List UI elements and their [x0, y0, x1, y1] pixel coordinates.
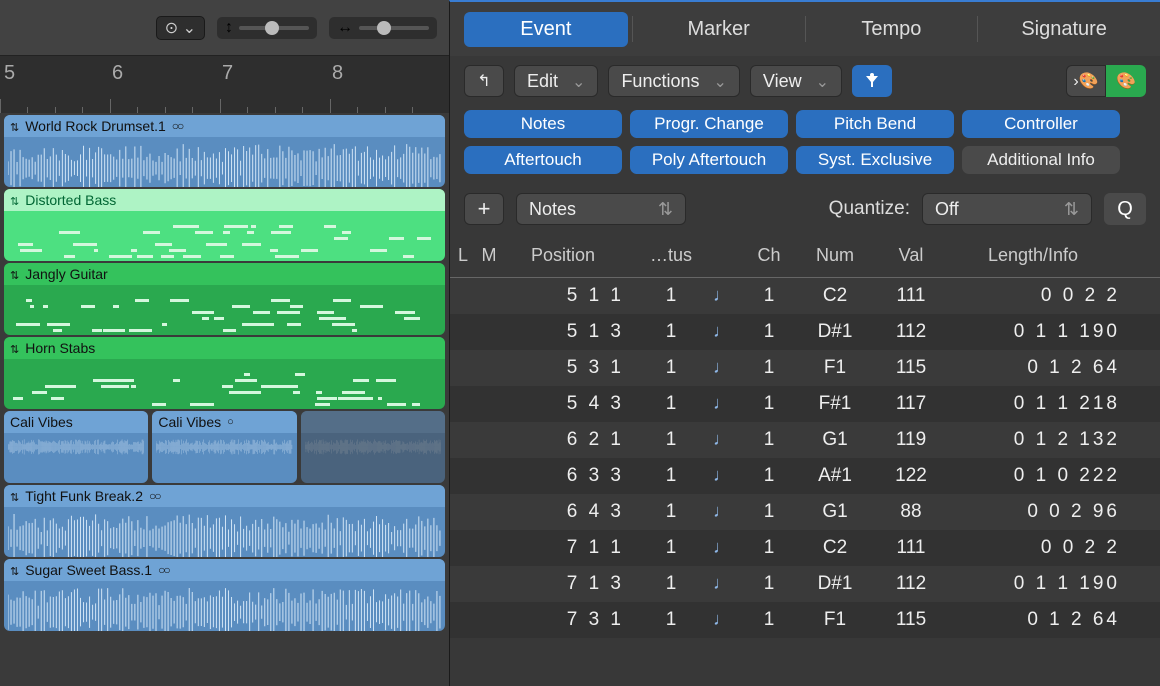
quantize-label: Quantize:: [829, 198, 910, 220]
loop-icon: ○○: [158, 563, 169, 577]
horizontal-zoom-slider[interactable]: ↔: [329, 17, 437, 39]
filter-pitch-bend[interactable]: Pitch Bend: [796, 110, 954, 138]
col-length[interactable]: Length/Info: [946, 245, 1160, 266]
col-position[interactable]: Position: [502, 245, 642, 266]
tracks-panel: ⊙ ⌄ ↕ ↔ 5 6 7 8 World Rock Drumset.1 ○○ Di…: [0, 0, 449, 686]
track-name: Horn Stabs: [25, 340, 95, 356]
tab-event[interactable]: Event: [464, 12, 628, 47]
tab-signature[interactable]: Signature: [982, 12, 1146, 47]
note-icon: ♩: [713, 573, 731, 593]
filter-controller[interactable]: Controller: [962, 110, 1120, 138]
note-icon: ♩: [713, 465, 731, 485]
filter-syst-exclusive[interactable]: Syst. Exclusive: [796, 146, 954, 174]
event-row[interactable]: 5 1 31♩1D#11120 1 1 190: [450, 314, 1160, 350]
event-list-panel: Event Marker TempoSignature ↰ Edit Functio…: [449, 0, 1160, 686]
quantize-select[interactable]: Off⇅: [922, 193, 1092, 225]
drag-icon: [10, 192, 19, 208]
event-filter-buttons: Notes Progr. Change Pitch Bend Controller Af…: [450, 106, 1160, 184]
filter-notes[interactable]: Notes: [464, 110, 622, 138]
track-name: Tight Funk Break.2: [25, 488, 143, 504]
note-icon: ♩: [713, 429, 731, 449]
col-m[interactable]: M: [476, 245, 502, 266]
drag-icon: [10, 488, 19, 504]
track-name: Sugar Sweet Bass.1: [25, 562, 152, 578]
loop-icon: ○○: [172, 119, 183, 133]
track-name: Jangly Guitar: [25, 266, 107, 282]
horizontal-zoom-icon: ↔: [337, 19, 353, 37]
track-region[interactable]: [301, 411, 445, 483]
col-val[interactable]: Val: [876, 245, 946, 266]
functions-menu[interactable]: Functions: [608, 65, 739, 97]
track-region[interactable]: Tight Funk Break.2 ○○: [4, 485, 445, 557]
filter-additional-info[interactable]: Additional Info: [962, 146, 1120, 174]
back-button[interactable]: ↰: [464, 65, 504, 97]
drag-icon: [10, 118, 19, 134]
note-icon: ♩: [713, 357, 731, 377]
track-region[interactable]: Distorted Bass: [4, 189, 445, 261]
tab-tempo[interactable]: Tempo: [810, 12, 974, 47]
add-type-select[interactable]: Notes⇅: [516, 193, 686, 225]
track-region[interactable]: World Rock Drumset.1 ○○: [4, 115, 445, 187]
track-region[interactable]: Sugar Sweet Bass.1 ○○: [4, 559, 445, 631]
event-row[interactable]: 6 3 31♩1A#11220 1 0 222: [450, 458, 1160, 494]
note-icon: ♩: [713, 537, 731, 557]
loop-icon: ○○: [149, 489, 160, 503]
tab-marker[interactable]: Marker: [637, 12, 801, 47]
quantize-button[interactable]: Q: [1104, 193, 1146, 225]
note-icon: ♩: [713, 285, 731, 305]
note-icon: ♩: [713, 393, 731, 413]
event-row[interactable]: 5 3 11♩1F11150 1 2 64: [450, 350, 1160, 386]
track-region[interactable]: Horn Stabs: [4, 337, 445, 409]
edit-toolbar: ↰ Edit Functions View ›🎨 🎨: [450, 56, 1160, 106]
event-row[interactable]: 6 2 11♩1G11190 1 2 132: [450, 422, 1160, 458]
col-l[interactable]: L: [450, 245, 476, 266]
note-icon: ♩: [713, 321, 731, 341]
options-menu-button[interactable]: ⊙ ⌄: [156, 16, 205, 40]
col-channel[interactable]: Ch: [744, 245, 794, 266]
palette-right-icon[interactable]: 🎨: [1106, 65, 1146, 97]
vertical-zoom-slider[interactable]: ↕: [217, 17, 317, 39]
note-icon: ♩: [713, 609, 731, 629]
note-icon: ♩: [713, 501, 731, 521]
drag-icon: [10, 340, 19, 356]
palette-left-icon[interactable]: ›🎨: [1066, 65, 1106, 97]
tracks-toolbar: ⊙ ⌄ ↕ ↔: [0, 0, 449, 55]
track-name: World Rock Drumset.1: [25, 118, 166, 134]
timeline-ruler[interactable]: 5 6 7 8: [0, 55, 449, 113]
event-row[interactable]: 7 1 11♩1C21110 0 2 2: [450, 530, 1160, 566]
track-name: Distorted Bass: [25, 192, 116, 208]
filter-aftertouch[interactable]: Aftertouch: [464, 146, 622, 174]
drag-icon: [10, 562, 19, 578]
event-row[interactable]: 7 1 31♩1D#11120 1 1 190: [450, 566, 1160, 602]
event-row[interactable]: 7 3 11♩1F11150 1 2 64: [450, 602, 1160, 638]
col-status[interactable]: …tus: [642, 245, 700, 266]
add-event-row: + Notes⇅ Quantize: Off⇅ Q: [450, 184, 1160, 234]
col-num[interactable]: Num: [794, 245, 876, 266]
edit-menu[interactable]: Edit: [514, 65, 598, 97]
filter-poly-aftertouch[interactable]: Poly Aftertouch: [630, 146, 788, 174]
event-row[interactable]: 6 4 31♩1G1880 0 2 96: [450, 494, 1160, 530]
event-grid-header: L M Position …tus Ch Num Val Length/Info: [450, 234, 1160, 278]
track-region[interactable]: Cali Vibes: [4, 411, 148, 483]
drag-icon: [10, 266, 19, 282]
tracks-area: World Rock Drumset.1 ○○ Distorted Bass Jang…: [0, 113, 449, 686]
event-row[interactable]: 5 4 31♩1F#11170 1 1 218: [450, 386, 1160, 422]
filter-progr-change[interactable]: Progr. Change: [630, 110, 788, 138]
event-grid-body: 5 1 11♩1C21110 0 2 25 1 31♩1D#11120 1 1 …: [450, 278, 1160, 686]
vertical-zoom-icon: ↕: [225, 19, 233, 37]
list-editor-tabs: Event Marker TempoSignature: [450, 2, 1160, 56]
filter-icon[interactable]: [852, 65, 892, 97]
view-menu[interactable]: View: [750, 65, 842, 97]
track-region[interactable]: Jangly Guitar: [4, 263, 445, 335]
track-region[interactable]: Cali Vibes ○: [152, 411, 296, 483]
add-button[interactable]: +: [464, 193, 504, 225]
event-row[interactable]: 5 1 11♩1C21110 0 2 2: [450, 278, 1160, 314]
